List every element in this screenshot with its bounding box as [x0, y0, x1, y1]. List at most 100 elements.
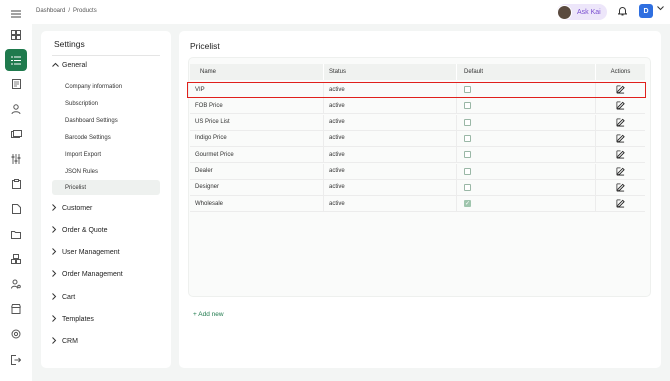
edit-icon[interactable] — [616, 150, 625, 159]
column-header-default[interactable]: Default — [457, 64, 596, 80]
edit-icon[interactable] — [616, 85, 625, 94]
sidebar-item-subscription[interactable]: Subscription — [52, 96, 160, 111]
section-order-management[interactable]: Order Management — [52, 270, 123, 279]
cell-default: ✓ — [457, 196, 596, 212]
table-row[interactable]: Dealer active — [190, 163, 645, 180]
menu-icon[interactable] — [6, 4, 26, 24]
default-checkbox[interactable] — [464, 86, 471, 93]
store-icon[interactable] — [6, 299, 26, 319]
settings-list-icon[interactable] — [5, 49, 27, 71]
edit-icon[interactable] — [616, 167, 625, 176]
cell-status: active — [324, 114, 457, 130]
chevron-down-icon[interactable] — [657, 6, 664, 13]
chevron-up-icon — [52, 62, 62, 69]
document-icon[interactable] — [6, 74, 26, 94]
chevron-right-icon — [52, 270, 62, 279]
breadcrumb-dashboard[interactable]: Dashboard — [36, 8, 65, 14]
default-checkbox[interactable] — [464, 167, 471, 175]
default-checkbox[interactable]: ✓ — [464, 200, 471, 208]
column-header-actions: Actions — [610, 69, 631, 75]
cell-status: active — [324, 196, 457, 212]
cell-default — [457, 98, 596, 114]
cell-status: active — [324, 147, 457, 163]
default-checkbox[interactable] — [464, 102, 471, 110]
default-checkbox[interactable] — [464, 151, 471, 159]
table-row[interactable]: FOB Price active — [190, 98, 645, 115]
section-customer[interactable]: Customer — [52, 204, 92, 213]
sidebar-item-pricelist[interactable]: Pricelist — [52, 180, 160, 195]
default-checkbox[interactable] — [464, 183, 471, 191]
cell-actions — [596, 98, 645, 113]
folder-icon[interactable] — [6, 224, 26, 244]
edit-icon[interactable] — [616, 101, 625, 110]
logout-icon[interactable] — [6, 350, 26, 370]
sidebar-item-json-rules[interactable]: JSON Rules — [52, 164, 160, 179]
cell-status: active — [324, 82, 457, 97]
default-checkbox[interactable] — [464, 134, 471, 142]
user-settings-icon[interactable] — [6, 274, 26, 294]
settings-panel: Settings General Company information Sub… — [41, 31, 171, 368]
default-checkbox[interactable] — [464, 118, 471, 126]
chevron-right-icon — [52, 337, 62, 346]
cell-name: Indigo Price — [190, 130, 324, 146]
table-header: Name Status Default Actions — [190, 64, 645, 80]
breadcrumb-separator: / — [68, 8, 71, 14]
chevron-right-icon — [52, 293, 62, 302]
table-row[interactable]: Gourmet Price active — [190, 147, 645, 164]
section-order-quote[interactable]: Order & Quote — [52, 226, 108, 235]
table-row[interactable]: Designer active — [190, 179, 645, 196]
edit-icon[interactable] — [616, 183, 625, 192]
edit-icon[interactable] — [616, 134, 625, 143]
cell-actions — [596, 115, 645, 130]
cell-name: US Price List — [190, 114, 324, 130]
cell-default — [457, 147, 596, 163]
cell-name: Designer — [190, 179, 324, 195]
column-header-name[interactable]: Name — [190, 64, 324, 80]
sidebar-item-company-information[interactable]: Company information — [52, 79, 160, 94]
cell-actions — [596, 196, 645, 211]
cell-default — [457, 114, 596, 130]
add-new-button[interactable]: + Add new — [193, 311, 224, 318]
dashboard-icon[interactable] — [6, 25, 26, 45]
table-row[interactable]: Indigo Price active — [190, 130, 645, 147]
section-crm[interactable]: CRM — [52, 337, 78, 346]
edit-icon[interactable] — [616, 118, 625, 127]
table-row[interactable]: VIP active — [190, 82, 645, 98]
icon-rail — [0, 0, 32, 381]
divider — [52, 55, 160, 56]
table-row[interactable]: Wholesale active ✓ — [190, 196, 645, 213]
chevron-right-icon — [52, 315, 62, 324]
pricelist-panel: Pricelist Name Status Default Actions VI… — [179, 31, 661, 368]
user-avatar[interactable]: D — [639, 4, 653, 18]
sidebar-item-dashboard-settings[interactable]: Dashboard Settings — [52, 113, 160, 128]
section-label: Templates — [62, 316, 94, 323]
section-label: Order Management — [62, 271, 123, 278]
cell-status: active — [324, 130, 457, 146]
user-icon[interactable] — [6, 99, 26, 119]
section-label: Order & Quote — [62, 227, 108, 234]
column-header-status[interactable]: Status — [324, 64, 457, 80]
cell-name: Dealer — [190, 163, 324, 179]
clipboard-icon[interactable] — [6, 174, 26, 194]
cell-name: Gourmet Price — [190, 147, 324, 163]
chevron-right-icon — [52, 204, 62, 213]
file-icon[interactable] — [6, 199, 26, 219]
sidebar-item-import-export[interactable]: Import Export — [52, 147, 160, 162]
bell-icon[interactable] — [617, 6, 628, 18]
boxes-icon[interactable] — [6, 249, 26, 269]
section-cart[interactable]: Cart — [52, 293, 75, 302]
sidebar-item-barcode-settings[interactable]: Barcode Settings — [52, 130, 160, 145]
cell-default — [457, 82, 596, 97]
ask-kai-button[interactable]: Ask Kai — [557, 4, 607, 20]
section-label: User Management — [62, 249, 120, 256]
cell-actions — [596, 131, 645, 146]
sliders-icon[interactable] — [6, 149, 26, 169]
section-templates[interactable]: Templates — [52, 315, 94, 324]
gear-icon[interactable] — [6, 324, 26, 344]
cards-icon[interactable] — [6, 124, 26, 144]
section-user-management[interactable]: User Management — [52, 248, 120, 257]
table-row[interactable]: US Price List active — [190, 114, 645, 131]
section-general[interactable]: General — [52, 62, 87, 69]
cell-default — [457, 130, 596, 146]
edit-icon[interactable] — [616, 199, 625, 208]
